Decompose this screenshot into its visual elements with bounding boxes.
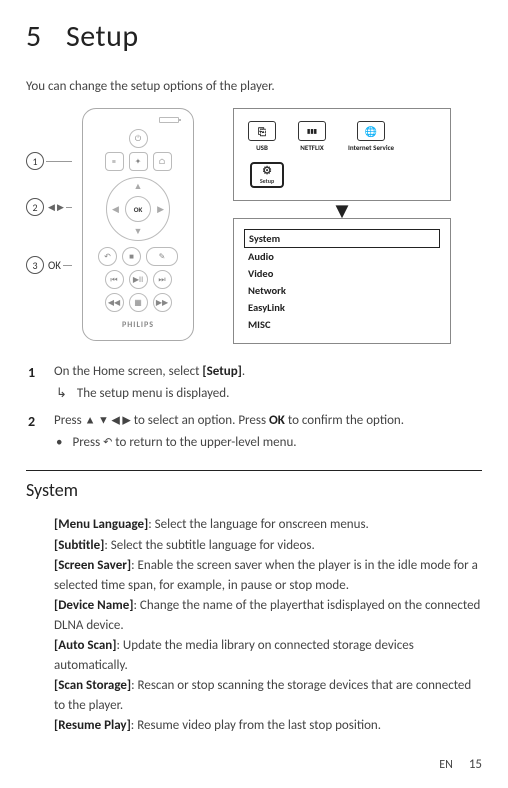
rew-icon: ◀◀ bbox=[105, 293, 124, 312]
home-icon: ⌂ bbox=[153, 152, 172, 171]
step-1-number: 1 bbox=[28, 362, 40, 403]
stop-icon: ■ bbox=[122, 247, 141, 266]
definitions: [Menu Language]: Select the language for… bbox=[26, 515, 482, 736]
steps-list: 1 On the Home screen, select [Setup]. ↳ … bbox=[26, 362, 482, 452]
menu-item-audio: Audio bbox=[244, 248, 440, 265]
step-1-sub: The setup menu is displayed. bbox=[77, 384, 229, 404]
left-arrow-icon: ◀ bbox=[112, 204, 119, 215]
footer-page-number: 15 bbox=[469, 757, 482, 772]
def-subtitle-key: [Subtitle] bbox=[54, 538, 104, 553]
gear-icon: ⚙ bbox=[262, 165, 272, 176]
internet-tile: 🌐 Internet Service bbox=[348, 121, 394, 152]
edit-icon: ✎ bbox=[146, 247, 178, 266]
remote-control: ⏻ ≡ ✦ ⌂ ▲ ▼ ◀ ▶ OK ↶ ■ ✎ ⏮ ▶II ⏭ ◀◀ ▦ ▶▶ bbox=[82, 108, 194, 341]
grid-icon: ▦ bbox=[129, 293, 148, 312]
callout-1: 1 bbox=[26, 152, 44, 170]
callout-column: 1 2 ◀ ▶ 3 OK bbox=[26, 108, 74, 274]
step-2-ok: OK bbox=[269, 413, 285, 428]
def-scanstorage-key: [Scan Storage] bbox=[54, 678, 131, 693]
setup-menu: System Audio Video Network EasyLink MISC bbox=[233, 218, 451, 344]
brand-label: PHILIPS bbox=[122, 320, 154, 330]
chapter-number: 5 bbox=[26, 18, 66, 55]
left-right-icon: ◀ ▶ bbox=[48, 202, 64, 213]
callout-2: 2 bbox=[26, 198, 44, 216]
page-footer: EN 15 bbox=[439, 757, 482, 772]
def-resumeplay-key: [Resume Play] bbox=[54, 718, 131, 733]
result-arrow-icon: ↳ bbox=[56, 384, 67, 404]
usb-tile: ⎘ USB bbox=[248, 121, 276, 152]
menu-item-system: System bbox=[244, 229, 440, 248]
globe-icon: 🌐 bbox=[357, 121, 385, 141]
def-resumeplay-val: : Resume video play from the last stop p… bbox=[131, 718, 381, 733]
menu-item-network: Network bbox=[244, 282, 440, 299]
step-1-text-a: On the Home screen, select bbox=[54, 364, 202, 379]
arrow-down-icon: ▼ bbox=[331, 205, 353, 216]
menu-icon: ≡ bbox=[105, 152, 124, 171]
step-2-text-b: to select an option. Press bbox=[131, 413, 269, 428]
def-autoscan-key: [Auto Scan] bbox=[54, 638, 117, 653]
bullet-icon: • bbox=[56, 433, 62, 453]
step-2-text-a: Press bbox=[54, 413, 85, 428]
back-icon: ↶ bbox=[98, 247, 117, 266]
step-2-text-c: to confirm the option. bbox=[285, 413, 404, 428]
next-icon: ⏭ bbox=[153, 270, 172, 289]
screen-column: ⎘ USB ▮▮▮ NETFLIX 🌐 Internet Service ⚙ S… bbox=[202, 108, 482, 344]
def-menu-language-key: [Menu Language] bbox=[54, 517, 148, 532]
play-icon: ▶II bbox=[129, 270, 148, 289]
netflix-icon: ▮▮▮ bbox=[298, 121, 326, 141]
def-devicename-key: [Device Name] bbox=[54, 598, 134, 613]
star-icon: ✦ bbox=[129, 152, 148, 171]
setup-tile: ⚙ Setup bbox=[250, 162, 284, 188]
nav-arrows-icon: ▲ ▼ ◀ ▶ bbox=[85, 414, 131, 427]
callout-3: 3 bbox=[26, 256, 44, 274]
chapter-name: Setup bbox=[66, 18, 139, 55]
step-2-sub-b: to return to the upper-level menu. bbox=[112, 435, 296, 450]
home-screen: ⎘ USB ▮▮▮ NETFLIX 🌐 Internet Service ⚙ S… bbox=[233, 108, 451, 201]
step-2-sub-a: Press bbox=[72, 435, 103, 450]
def-menu-language-val: : Select the language for onscreen menus… bbox=[148, 517, 369, 532]
chapter-title: 5Setup bbox=[26, 18, 482, 55]
battery-icon bbox=[159, 117, 179, 123]
internet-label: Internet Service bbox=[348, 143, 394, 152]
right-arrow-icon: ▶ bbox=[157, 204, 164, 215]
power-icon: ⏻ bbox=[129, 129, 148, 148]
menu-item-video: Video bbox=[244, 265, 440, 282]
step-1: 1 On the Home screen, select [Setup]. ↳ … bbox=[28, 362, 482, 403]
usb-icon: ⎘ bbox=[248, 121, 276, 141]
step-1-text-b: . bbox=[242, 364, 245, 379]
intro-text: You can change the setup options of the … bbox=[26, 79, 482, 94]
section-divider bbox=[26, 470, 482, 471]
netflix-label: NETFLIX bbox=[300, 143, 323, 152]
usb-label: USB bbox=[256, 143, 268, 152]
def-screensaver-key: [Screen Saver] bbox=[54, 558, 131, 573]
netflix-tile: ▮▮▮ NETFLIX bbox=[298, 121, 326, 152]
step-1-bold: [Setup] bbox=[202, 364, 242, 379]
menu-item-easylink: EasyLink bbox=[244, 299, 440, 316]
menu-item-misc: MISC bbox=[244, 316, 440, 333]
up-arrow-icon: ▲ bbox=[134, 181, 143, 192]
setup-label: Setup bbox=[260, 177, 274, 185]
ffw-icon: ▶▶ bbox=[153, 293, 172, 312]
prev-icon: ⏮ bbox=[105, 270, 124, 289]
dpad: ▲ ▼ ◀ ▶ OK bbox=[106, 177, 170, 241]
diagram: 1 2◀ ▶ 3OK ⏻ ≡ ✦ ⌂ ▲ ▼ ◀ ▶ OK ↶ ■ ✎ ⏮ ▶I… bbox=[26, 108, 482, 344]
step-2-number: 2 bbox=[28, 411, 40, 452]
def-subtitle-val: : Select the subtitle language for video… bbox=[104, 538, 314, 553]
section-heading: System bbox=[26, 479, 482, 501]
back-arrow-icon: ↶ bbox=[103, 435, 112, 448]
step-2: 2 Press ▲ ▼ ◀ ▶ to select an option. Pre… bbox=[28, 411, 482, 452]
down-arrow-icon: ▼ bbox=[134, 226, 143, 237]
footer-lang: EN bbox=[439, 758, 453, 772]
ok-button: OK bbox=[125, 196, 151, 222]
callout-3-label: OK bbox=[48, 259, 61, 272]
